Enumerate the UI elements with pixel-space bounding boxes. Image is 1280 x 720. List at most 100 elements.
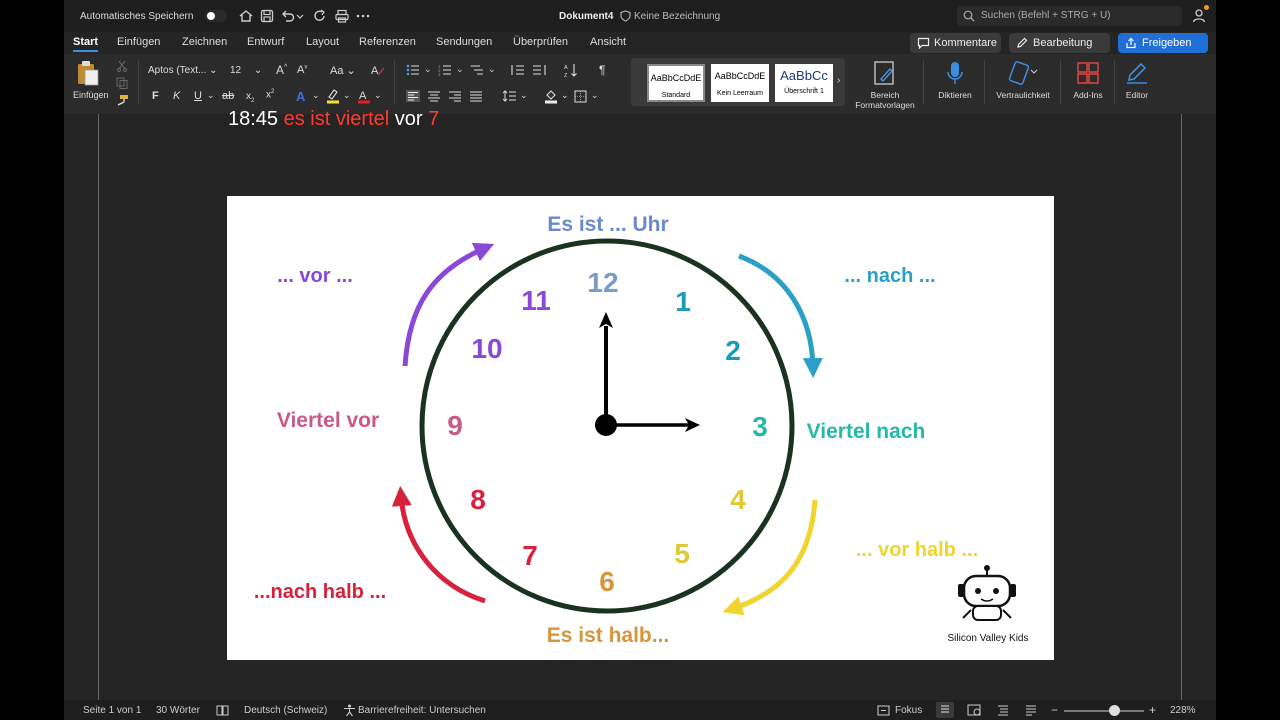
chevron-down-icon[interactable]: ⌄ [488, 64, 496, 75]
outline-view-icon[interactable] [997, 704, 1009, 716]
style-standard[interactable]: AaBbCcDdE Standard [647, 64, 705, 102]
page-count[interactable]: Seite 1 von 1 [83, 705, 141, 716]
text-effects-icon[interactable]: A [296, 89, 305, 104]
show-marks-pilcrow-icon[interactable]: ¶ [599, 63, 605, 77]
clear-formatting-icon[interactable]: A [370, 63, 385, 77]
bullets-icon[interactable] [406, 64, 420, 76]
multilevel-list-icon[interactable] [470, 64, 484, 76]
chevron-down-icon[interactable]: ⌄ [520, 90, 528, 101]
share-button[interactable]: Freigeben ⌄ [1118, 33, 1208, 62]
font-name-select[interactable]: Aptos (Text... ⌄ [148, 63, 224, 79]
zoom-slider-thumb[interactable] [1109, 705, 1120, 716]
tab-start[interactable]: Start [73, 36, 99, 52]
language[interactable]: Deutsch (Schweiz) [244, 705, 327, 716]
focus-mode[interactable]: Fokus [895, 705, 922, 716]
accessibility-status[interactable]: Barrierefreiheit: Untersuchen [358, 705, 486, 716]
strikethrough-icon[interactable]: ab [222, 90, 234, 102]
tab-sendungen[interactable]: Sendungen [436, 36, 492, 48]
font-name-value: Aptos (Text... [148, 65, 207, 76]
increase-indent-icon[interactable] [532, 64, 546, 76]
chevron-down-icon[interactable]: ⌄ [374, 90, 382, 101]
format-painter-icon[interactable] [115, 94, 129, 106]
tab-einfuegen[interactable]: Einfügen [117, 36, 160, 48]
chevron-down-icon[interactable]: ⌄ [456, 64, 464, 75]
tab-entwurf[interactable]: Entwurf [247, 36, 284, 48]
chevron-right-icon[interactable]: › [837, 75, 840, 86]
tab-ueberpruefen[interactable]: Überprüfen [513, 36, 568, 48]
copy-icon[interactable] [116, 77, 128, 89]
zoom-level[interactable]: 228% [1170, 705, 1196, 716]
shrink-font-icon[interactable]: Av [297, 64, 307, 76]
paste-label[interactable]: Einfügen [73, 90, 109, 100]
justify-icon[interactable] [469, 90, 483, 102]
editor-pen-icon [1127, 62, 1147, 84]
sensitivity-button[interactable]: Vertraulichkeit [990, 60, 1056, 100]
editor-button[interactable]: Editor [1121, 60, 1153, 100]
bold-button[interactable]: F [152, 90, 159, 102]
highlight-color-icon[interactable] [326, 88, 340, 104]
word-count[interactable]: 30 Wörter [156, 705, 200, 716]
focus-icon[interactable] [877, 705, 890, 716]
chevron-down-icon[interactable]: ⌄ [424, 64, 432, 75]
change-case-icon[interactable]: Aa ⌄ [330, 64, 356, 77]
document-title[interactable]: Dokument4 [559, 11, 613, 22]
line-spacing-icon[interactable] [503, 90, 517, 102]
undo-chevron-icon[interactable] [296, 8, 304, 24]
more-icon[interactable] [355, 8, 371, 24]
tab-referenzen[interactable]: Referenzen [359, 36, 416, 48]
style-kein-leerraum[interactable]: AaBbCcDdE Kein Leerraum [711, 64, 769, 102]
clock-image[interactable]: 12 1 2 3 4 5 6 7 8 9 10 11 Es ist ... Uh… [227, 196, 1054, 660]
styles-pane-button[interactable]: Bereich Formatvorlagen [850, 60, 920, 110]
chevron-down-icon[interactable]: ⌄ [312, 90, 320, 101]
align-left-icon[interactable] [406, 90, 420, 102]
dictate-button[interactable]: Diktieren [930, 60, 980, 100]
document-text-line[interactable]: 18:45 es ist viertel vor 7 [228, 108, 439, 131]
font-color-icon[interactable]: A [357, 88, 371, 104]
chevron-down-icon[interactable]: ⌄ [343, 90, 351, 101]
print-layout-view-icon[interactable] [936, 702, 954, 718]
accessibility-icon[interactable] [343, 704, 356, 717]
label-viertel-vor: Viertel vor [277, 409, 379, 432]
align-right-icon[interactable] [448, 90, 462, 102]
grow-font-icon[interactable]: A^ [276, 63, 287, 77]
zoom-in-icon[interactable]: + [1149, 703, 1156, 717]
home-icon[interactable] [238, 8, 254, 24]
search-input[interactable]: Suchen (Befehl + STRG + U) [957, 6, 1182, 26]
borders-icon[interactable] [574, 90, 587, 103]
decrease-indent-icon[interactable] [511, 64, 525, 76]
zoom-slider[interactable] [1064, 710, 1144, 712]
sort-icon[interactable]: AZ [564, 63, 578, 78]
chevron-down-icon[interactable]: ⌄ [561, 90, 569, 101]
redo-icon[interactable] [312, 8, 328, 24]
editing-mode-button[interactable]: Bearbeitung ⌄ [1009, 33, 1110, 62]
underline-button[interactable]: U [194, 90, 202, 102]
shading-icon[interactable] [544, 88, 558, 104]
tab-layout[interactable]: Layout [306, 36, 339, 48]
subscript-icon[interactable]: x2 [246, 91, 254, 104]
sensitivity-label[interactable]: Keine Bezeichnung [634, 11, 720, 22]
web-layout-view-icon[interactable] [967, 704, 981, 716]
undo-icon[interactable] [280, 8, 296, 24]
superscript-icon[interactable]: x2 [266, 89, 274, 100]
zoom-out-icon[interactable]: − [1051, 703, 1058, 717]
proofing-book-icon[interactable] [216, 704, 229, 716]
font-size-select[interactable]: 12 ⌄ [230, 63, 270, 79]
chevron-down-icon[interactable]: ⌄ [207, 90, 215, 101]
chevron-down-icon[interactable]: ⌄ [591, 90, 599, 101]
print-icon[interactable] [334, 8, 350, 24]
tab-zeichnen[interactable]: Zeichnen [182, 36, 227, 48]
cut-icon[interactable] [116, 60, 128, 72]
align-center-icon[interactable] [427, 90, 441, 102]
comments-button[interactable]: Kommentare [910, 33, 1001, 53]
save-icon[interactable] [259, 8, 275, 24]
numbering-icon[interactable]: 123 [438, 64, 452, 76]
draft-view-icon[interactable] [1025, 704, 1037, 716]
tab-ansicht[interactable]: Ansicht [590, 36, 626, 48]
paste-clipboard-icon[interactable] [76, 60, 100, 86]
document-canvas[interactable]: 18:45 es ist viertel vor 7 12 1 2 3 4 5 … [64, 108, 1216, 700]
share-person-icon[interactable] [1192, 8, 1208, 24]
style-ueberschrift-1[interactable]: AaBbCc Überschrift 1 [775, 64, 833, 102]
addins-button[interactable]: Add-Ins [1068, 60, 1108, 100]
italic-button[interactable]: K [173, 90, 180, 102]
autosave-toggle[interactable] [205, 10, 227, 22]
